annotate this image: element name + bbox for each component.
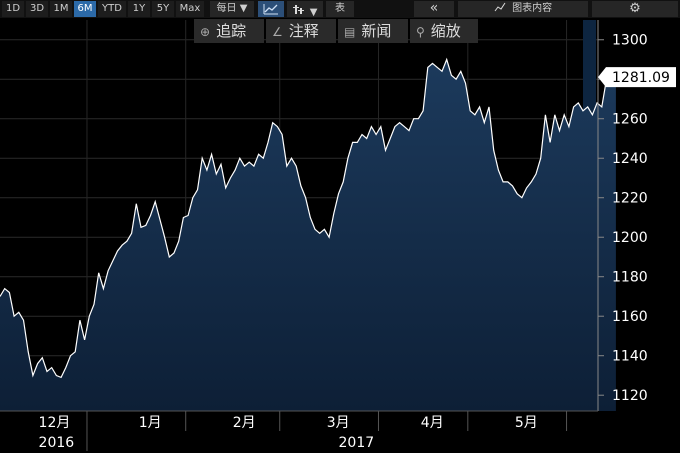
y-tick-label: 1180 [612,270,648,286]
price-area [0,59,616,411]
news-label: 新闻 [361,22,392,40]
zoom-button[interactable]: ⚲ 缩放 [410,19,478,43]
search-icon: ⚲ [416,25,425,39]
y-tick-label: 1120 [612,388,648,404]
x-tick-label: 1月 [139,415,162,431]
zoom-label: 缩放 [430,22,461,40]
y-tick-label: 1140 [612,349,648,365]
track-label: 追踪 [216,22,247,40]
x-axis: 12月 1月 2月 3月 4月 5月 2016 2017 [39,411,568,451]
news-button[interactable]: ▤ 新闻 [338,19,408,43]
x-year-label: 2016 [39,435,75,451]
y-tick-label: 1240 [612,151,648,167]
y-tick-label: 1200 [612,230,648,246]
x-tick-label: 3月 [327,415,350,431]
x-tick-label: 4月 [421,415,444,431]
y-tick-label: 1160 [612,309,648,325]
crosshair-icon: ⊕ [200,25,211,39]
x-tick-label: 2月 [233,415,256,431]
last-value-text: 1281.09 [612,70,670,86]
annotate-label: 注释 [288,22,319,40]
price-chart[interactable]: 1120114011601180120012201240126012801300… [0,0,680,453]
last-value-label: 1281.09 [598,67,676,88]
annotate-button[interactable]: ∠ 注释 [266,19,336,43]
y-tick-label: 1220 [612,191,648,207]
chart-overlay-toolbar: ⊕ 追踪 ∠ 注释 ▤ 新闻 ⚲ 缩放 [194,19,478,43]
track-button[interactable]: ⊕ 追踪 [194,19,264,43]
pencil-icon: ∠ [272,25,283,39]
y-tick-label: 1260 [612,112,648,128]
y-tick-label: 1300 [612,33,648,49]
x-tick-label: 12月 [39,415,71,431]
x-tick-label: 5月 [515,415,538,431]
news-icon: ▤ [344,25,356,39]
x-year-label: 2017 [339,435,375,451]
